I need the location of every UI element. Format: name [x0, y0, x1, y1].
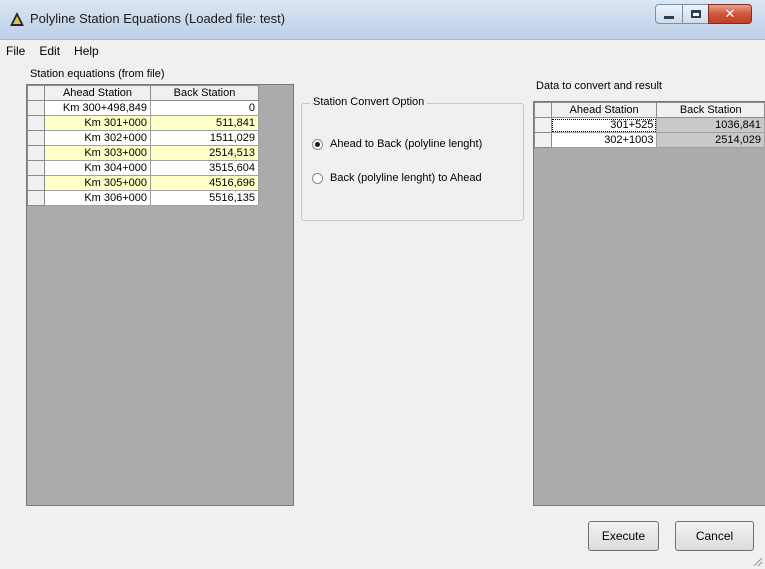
ahead-station-cell[interactable]: Km 303+000 — [44, 145, 151, 161]
ahead-station-cell[interactable]: Km 300+498,849 — [44, 100, 151, 116]
column-header-ahead[interactable]: Ahead Station — [550, 102, 658, 118]
execute-button[interactable]: Execute — [588, 521, 659, 551]
back-station-cell[interactable]: 1511,029 — [150, 130, 259, 146]
table-row[interactable]: Km 303+000 2514,513 — [27, 145, 259, 161]
table-header-row: Ahead Station Back Station — [27, 85, 259, 101]
cancel-button[interactable]: Cancel — [675, 521, 754, 551]
row-header-corner — [27, 85, 45, 101]
table-header-row: Ahead Station Back Station — [534, 102, 765, 118]
minimize-button[interactable] — [655, 4, 682, 24]
station-equations-grid: Ahead Station Back Station Km 300+498,84… — [26, 84, 294, 506]
radio-back-to-ahead[interactable]: Back (polyline lenght) to Ahead — [312, 172, 482, 184]
column-header-back[interactable]: Back Station — [150, 85, 259, 101]
group-title: Station Convert Option — [310, 96, 428, 108]
ahead-station-cell[interactable]: Km 302+000 — [44, 130, 151, 146]
back-station-cell[interactable]: 0 — [150, 100, 259, 116]
data-to-convert-label: Data to convert and result — [536, 80, 662, 92]
row-header[interactable] — [27, 115, 45, 131]
app-icon — [10, 12, 24, 26]
row-header[interactable] — [27, 145, 45, 161]
back-station-cell[interactable]: 4516,696 — [150, 175, 259, 191]
minimize-icon — [664, 15, 674, 19]
caption-buttons: ✕ — [655, 4, 752, 24]
row-header[interactable] — [27, 160, 45, 176]
menu-help[interactable]: Help — [74, 44, 99, 58]
row-header[interactable] — [27, 175, 45, 191]
back-station-cell[interactable]: 5516,135 — [150, 190, 259, 206]
main-window: Polyline Station Equations (Loaded file:… — [0, 0, 765, 569]
data-to-convert-table: Ahead Station Back Station 301+525 1036,… — [534, 102, 765, 148]
table-row[interactable]: Km 301+000 511,841 — [27, 115, 259, 131]
close-button[interactable]: ✕ — [708, 4, 752, 24]
radio-ahead-to-back-label[interactable]: Ahead to Back (polyline lenght) — [330, 138, 482, 150]
table-row[interactable]: Km 302+000 1511,029 — [27, 130, 259, 146]
table-row[interactable]: 301+525 1036,841 — [534, 117, 765, 133]
menu-edit[interactable]: Edit — [39, 44, 60, 58]
ahead-station-cell[interactable]: Km 305+000 — [44, 175, 151, 191]
title-bar[interactable]: Polyline Station Equations (Loaded file:… — [0, 0, 765, 40]
table-row[interactable]: Km 306+000 5516,135 — [27, 190, 259, 206]
maximize-icon — [690, 10, 701, 18]
table-row[interactable]: Km 304+000 3515,604 — [27, 160, 259, 176]
column-header-ahead[interactable]: Ahead Station — [44, 85, 151, 101]
ahead-station-cell[interactable]: Km 304+000 — [44, 160, 151, 176]
row-header-corner — [534, 102, 552, 118]
column-header-back[interactable]: Back Station — [656, 102, 765, 118]
maximize-button[interactable] — [682, 4, 708, 24]
data-to-convert-grid: Ahead Station Back Station 301+525 1036,… — [533, 101, 765, 506]
back-station-result-cell[interactable]: 2514,029 — [656, 132, 765, 148]
radio-unchecked-icon[interactable] — [312, 172, 323, 184]
ahead-station-input-cell[interactable]: 301+525 — [550, 117, 658, 133]
back-station-cell[interactable]: 3515,604 — [150, 160, 259, 176]
station-equations-label: Station equations (from file) — [30, 68, 165, 80]
row-header[interactable] — [27, 190, 45, 206]
back-station-cell[interactable]: 511,841 — [150, 115, 259, 131]
radio-checked-icon[interactable] — [312, 138, 323, 150]
back-station-result-cell[interactable]: 1036,841 — [656, 117, 765, 133]
ahead-station-cell[interactable]: Km 306+000 — [44, 190, 151, 206]
table-row[interactable]: Km 300+498,849 0 — [27, 100, 259, 116]
ahead-station-input-cell[interactable]: 302+1003 — [550, 132, 658, 148]
row-header[interactable] — [534, 132, 552, 148]
ahead-station-cell[interactable]: Km 301+000 — [44, 115, 151, 131]
table-row[interactable]: 302+1003 2514,029 — [534, 132, 765, 148]
row-header[interactable] — [27, 130, 45, 146]
window-title: Polyline Station Equations (Loaded file:… — [30, 11, 286, 26]
radio-back-to-ahead-label[interactable]: Back (polyline lenght) to Ahead — [330, 172, 482, 184]
menu-bar: File Edit Help — [0, 40, 765, 62]
row-header[interactable] — [27, 100, 45, 116]
menu-file[interactable]: File — [6, 44, 25, 58]
close-icon: ✕ — [724, 6, 736, 22]
station-equations-table: Ahead Station Back Station Km 300+498,84… — [27, 85, 259, 206]
resize-grip-icon[interactable] — [751, 555, 763, 567]
row-header[interactable] — [534, 117, 552, 133]
radio-ahead-to-back[interactable]: Ahead to Back (polyline lenght) — [312, 138, 482, 150]
back-station-cell[interactable]: 2514,513 — [150, 145, 259, 161]
station-convert-option-group: Station Convert Option Ahead to Back (po… — [301, 96, 524, 221]
table-row[interactable]: Km 305+000 4516,696 — [27, 175, 259, 191]
